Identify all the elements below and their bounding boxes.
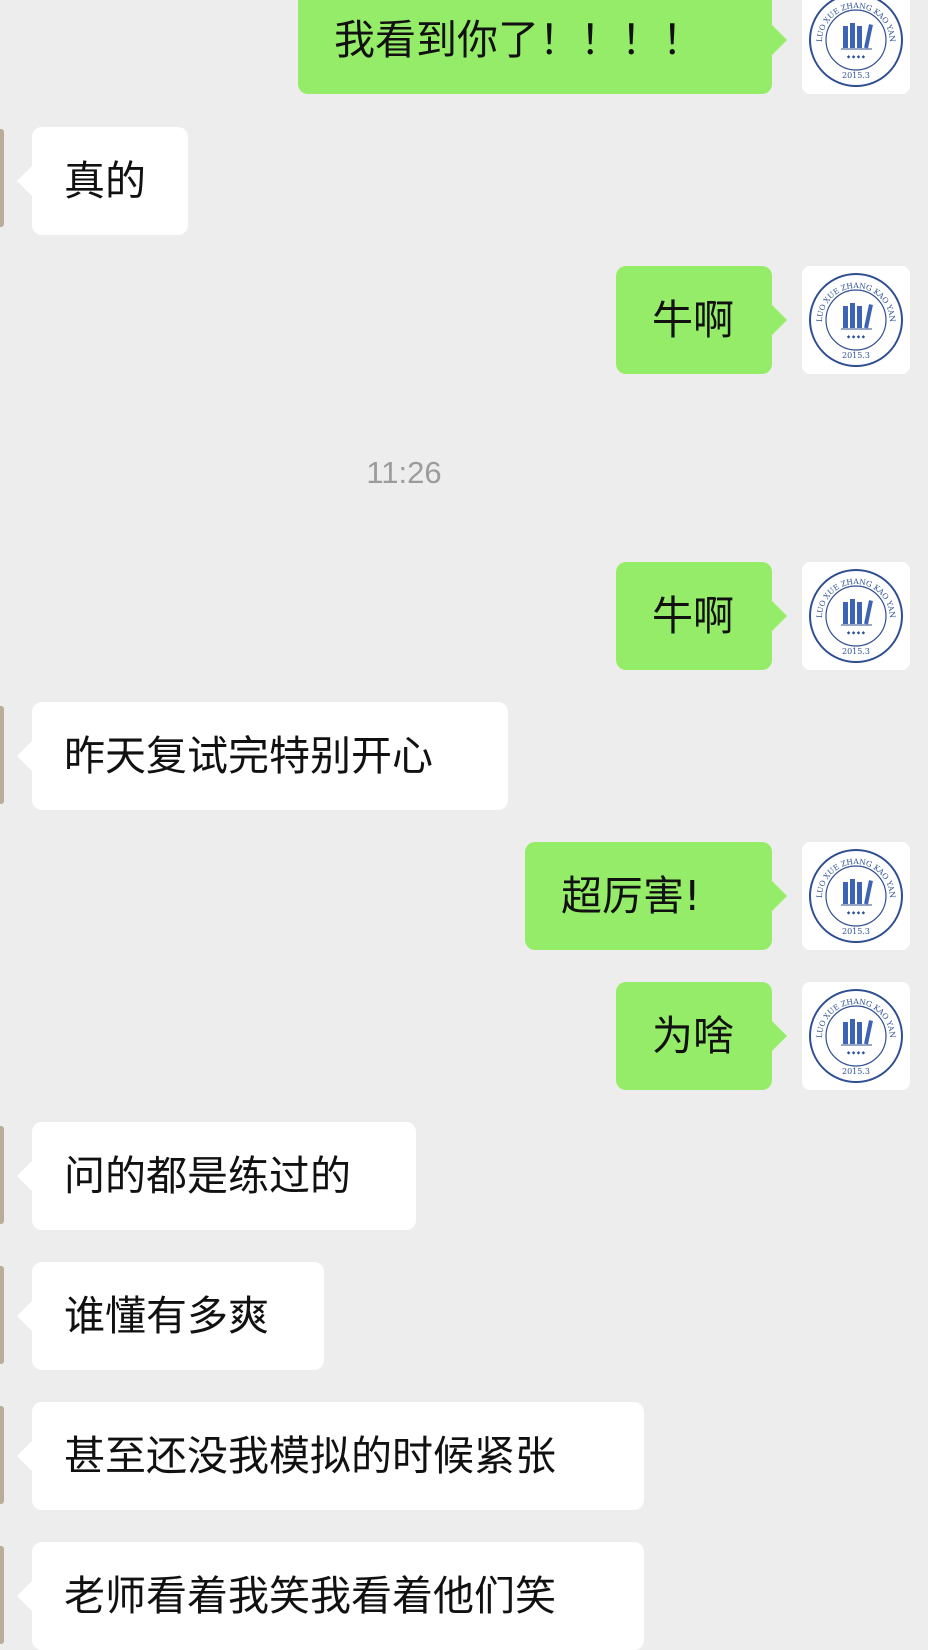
message-bubble-incoming[interactable]: 问的都是练过的 [17,1122,416,1230]
svg-text:2015.3: 2015.3 [842,351,870,360]
svg-text:2015.3: 2015.3 [842,927,870,936]
avatar-partial[interactable] [0,1546,4,1644]
message-bubble-outgoing[interactable]: 为啥 [616,982,787,1090]
svg-text:2015.3: 2015.3 [842,71,870,80]
avatar-logo[interactable]: LUO XUE ZHANG KAO YAN ◆ ◆ ◆ ◆ 2015.3 [802,842,910,950]
message-text: 牛啊 [652,592,734,640]
message-text: 问的都是练过的 [64,1152,351,1200]
message-text: 牛啊 [652,296,734,344]
message-bubble-outgoing[interactable]: 牛啊 [616,266,787,374]
avatar-logo[interactable]: LUO XUE ZHANG KAO YAN ◆ ◆ ◆ ◆ 2015.3 [802,0,910,94]
message-bubble-incoming[interactable]: 甚至还没我模拟的时候紧张 [17,1402,644,1510]
message-text: 昨天复试完特别开心 [64,732,433,780]
svg-text:2015.3: 2015.3 [842,647,870,656]
svg-text:◆ ◆ ◆ ◆: ◆ ◆ ◆ ◆ [847,911,866,916]
avatar-logo[interactable]: LUO XUE ZHANG KAO YAN ◆ ◆ ◆ ◆ 2015.3 [802,562,910,670]
avatar-partial[interactable] [0,1406,4,1504]
avatar-partial[interactable] [0,129,4,227]
message-text: 超厉害! [561,872,701,920]
logo-seal-image: LUO XUE ZHANG KAO YAN◆ ◆ ◆ ◆2015.3 [809,989,903,1083]
logo-seal-image: LUO XUE ZHANG KAO YAN◆ ◆ ◆ ◆2015.3 [809,849,903,943]
message-timestamp: 11:26 [366,455,442,490]
logo-seal-image: LUO XUE ZHANG KAO YAN◆ ◆ ◆ ◆2015.3 [809,569,903,663]
logo-seal-image: LUO XUE ZHANG KAO YAN◆ ◆ ◆ ◆2015.3 [809,0,903,87]
message-bubble-incoming[interactable]: 真的 [17,127,188,235]
message-bubble-incoming[interactable]: 谁懂有多爽 [17,1262,324,1370]
message-bubble-outgoing[interactable]: 超厉害! [525,842,787,950]
message-text: 老师看着我笑我看着他们笑 [64,1572,556,1620]
svg-text:◆ ◆ ◆ ◆: ◆ ◆ ◆ ◆ [847,1051,866,1056]
avatar-logo[interactable]: LUO XUE ZHANG KAO YAN ◆ ◆ ◆ ◆ 2015.3 [802,266,910,374]
svg-text:2015.3: 2015.3 [842,1067,870,1076]
message-bubble-outgoing[interactable]: 我看到你了！！！！ [298,0,787,94]
avatar-logo[interactable]: LUO XUE ZHANG KAO YAN ◆ ◆ ◆ ◆ 2015.3 [802,982,910,1090]
avatar-partial[interactable] [0,1266,4,1364]
svg-text:◆ ◆ ◆ ◆: ◆ ◆ ◆ ◆ [847,335,866,340]
svg-text:◆ ◆ ◆ ◆: ◆ ◆ ◆ ◆ [847,55,866,60]
avatar-partial[interactable] [0,706,4,804]
avatar-partial[interactable] [0,1126,4,1224]
message-text: 甚至还没我模拟的时候紧张 [64,1432,556,1480]
message-bubble-incoming[interactable]: 昨天复试完特别开心 [17,702,508,810]
logo-seal-image: LUO XUE ZHANG KAO YAN◆ ◆ ◆ ◆2015.3 [809,273,903,367]
svg-text:◆ ◆ ◆ ◆: ◆ ◆ ◆ ◆ [847,631,866,636]
message-text: 我看到你了！！！！ [334,16,703,64]
message-bubble-incoming[interactable]: 老师看着我笑我看着他们笑 [17,1542,644,1650]
chat-view[interactable]: 我看到你了！！！！ LUO XUE ZHANG KAO YAN ◆ ◆ ◆ ◆ 20… [0,0,928,1650]
message-bubble-outgoing[interactable]: 牛啊 [616,562,787,670]
message-text: 真的 [64,157,146,205]
message-text: 谁懂有多爽 [64,1292,269,1340]
message-text: 为啥 [652,1012,734,1060]
